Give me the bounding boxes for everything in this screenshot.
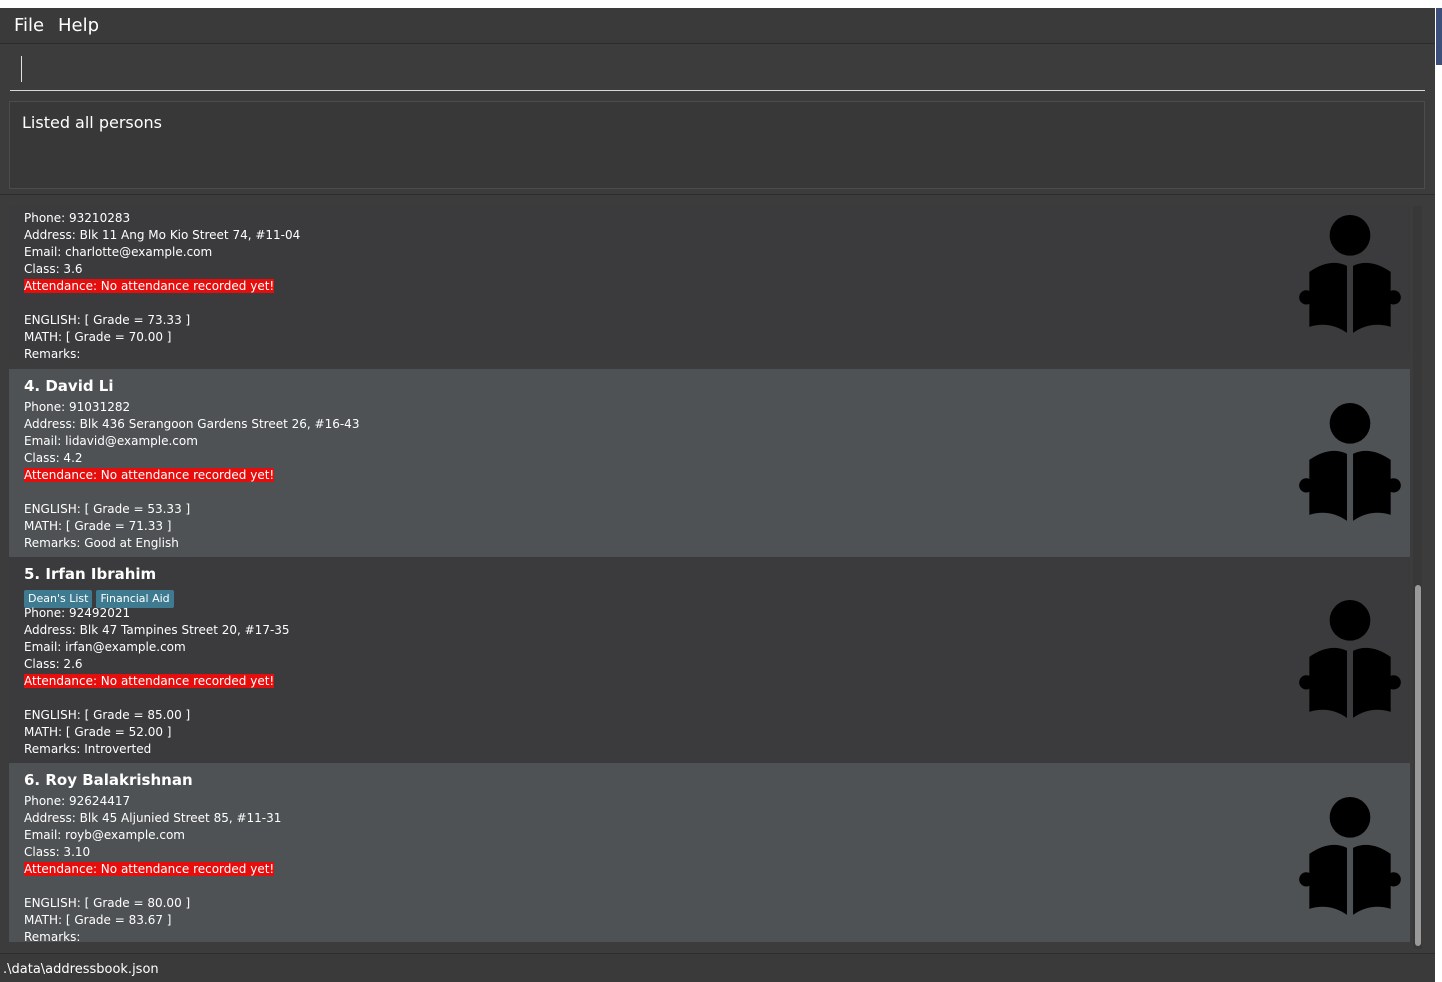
person-phone: Phone: 93210283 xyxy=(24,211,131,225)
person-remarks: Remarks: xyxy=(24,930,81,942)
menu-file[interactable]: File xyxy=(14,15,44,37)
app-window: File Help Listed all persons Phone: 9321… xyxy=(0,8,1435,982)
student-reading-icon xyxy=(1299,403,1401,521)
student-reading-icon xyxy=(1299,797,1401,915)
person-grade-math: MATH: [ Grade = 70.00 ] xyxy=(24,330,172,344)
person-name: 4. David Li xyxy=(24,377,114,395)
person-grade-math: MATH: [ Grade = 52.00 ] xyxy=(24,725,172,739)
person-email: Email: irfan@example.com xyxy=(24,640,186,654)
person-email: Email: lidavid@example.com xyxy=(24,434,198,448)
person-name: 6. Roy Balakrishnan xyxy=(24,771,193,789)
menu-bar: File Help xyxy=(0,8,1435,44)
person-grade-english: ENGLISH: [ Grade = 53.33 ] xyxy=(24,502,191,516)
result-message: Listed all persons xyxy=(22,113,163,132)
list-scrollbar[interactable] xyxy=(1413,206,1422,949)
person-remarks: Remarks: xyxy=(24,347,81,359)
person-class: Class: 3.6 xyxy=(24,262,83,276)
save-location: .\data\addressbook.json xyxy=(3,962,159,977)
person-grade-english: ENGLISH: [ Grade = 73.33 ] xyxy=(24,313,191,327)
attendance-warning: Attendance: No attendance recorded yet! xyxy=(24,279,275,293)
person-attendance: Attendance: No attendance recorded yet! xyxy=(24,467,275,484)
command-input[interactable] xyxy=(22,49,1416,91)
person-address: Address: Blk 45 Aljunied Street 85, #11-… xyxy=(24,811,282,825)
person-card[interactable]: 5. Irfan Ibrahim Dean's List Financial Ai… xyxy=(9,557,1410,763)
status-bar: .\data\addressbook.json xyxy=(0,953,1435,982)
person-remarks: Remarks: Good at English xyxy=(24,536,179,550)
person-address: Address: Blk 47 Tampines Street 20, #17-… xyxy=(24,623,290,637)
panel-divider xyxy=(0,194,1435,195)
person-card[interactable]: Phone: 93210283 Address: Blk 11 Ang Mo K… xyxy=(9,206,1410,359)
menu-help[interactable]: Help xyxy=(58,15,99,37)
person-grade-english: ENGLISH: [ Grade = 85.00 ] xyxy=(24,708,191,722)
person-tags: Dean's List Financial Aid xyxy=(24,587,178,608)
person-card[interactable]: 6. Roy Balakrishnan Phone: 92624417 Addr… xyxy=(9,763,1410,942)
person-remarks: Remarks: Introverted xyxy=(24,742,152,756)
attendance-warning: Attendance: No attendance recorded yet! xyxy=(24,674,275,688)
person-attendance: Attendance: No attendance recorded yet! xyxy=(24,673,275,690)
person-attendance: Attendance: No attendance recorded yet! xyxy=(24,278,275,295)
background-window-strip xyxy=(1436,8,1442,65)
person-list[interactable]: Phone: 93210283 Address: Blk 11 Ang Mo K… xyxy=(9,206,1410,942)
student-reading-icon xyxy=(1299,215,1401,333)
person-class: Class: 2.6 xyxy=(24,657,83,671)
person-address: Address: Blk 11 Ang Mo Kio Street 74, #1… xyxy=(24,228,301,242)
person-grade-math: MATH: [ Grade = 71.33 ] xyxy=(24,519,172,533)
student-reading-icon xyxy=(1299,600,1401,718)
person-phone: Phone: 92492021 xyxy=(24,606,131,620)
command-box[interactable] xyxy=(10,49,1425,91)
attendance-warning: Attendance: No attendance recorded yet! xyxy=(24,468,275,482)
result-display[interactable]: Listed all persons xyxy=(9,101,1425,189)
scrollbar-thumb[interactable] xyxy=(1415,585,1421,946)
person-class: Class: 4.2 xyxy=(24,451,83,465)
person-card[interactable]: 4. David Li Phone: 91031282 Address: Blk… xyxy=(9,369,1410,557)
person-address: Address: Blk 436 Serangoon Gardens Stree… xyxy=(24,417,360,431)
person-email: Email: charlotte@example.com xyxy=(24,245,213,259)
attendance-warning: Attendance: No attendance recorded yet! xyxy=(24,862,275,876)
person-class: Class: 3.10 xyxy=(24,845,91,859)
person-attendance: Attendance: No attendance recorded yet! xyxy=(24,861,275,878)
person-phone: Phone: 92624417 xyxy=(24,794,131,808)
person-phone: Phone: 91031282 xyxy=(24,400,131,414)
person-email: Email: royb@example.com xyxy=(24,828,185,842)
person-grade-english: ENGLISH: [ Grade = 80.00 ] xyxy=(24,896,191,910)
person-name: 5. Irfan Ibrahim xyxy=(24,565,157,583)
person-grade-math: MATH: [ Grade = 83.67 ] xyxy=(24,913,172,927)
